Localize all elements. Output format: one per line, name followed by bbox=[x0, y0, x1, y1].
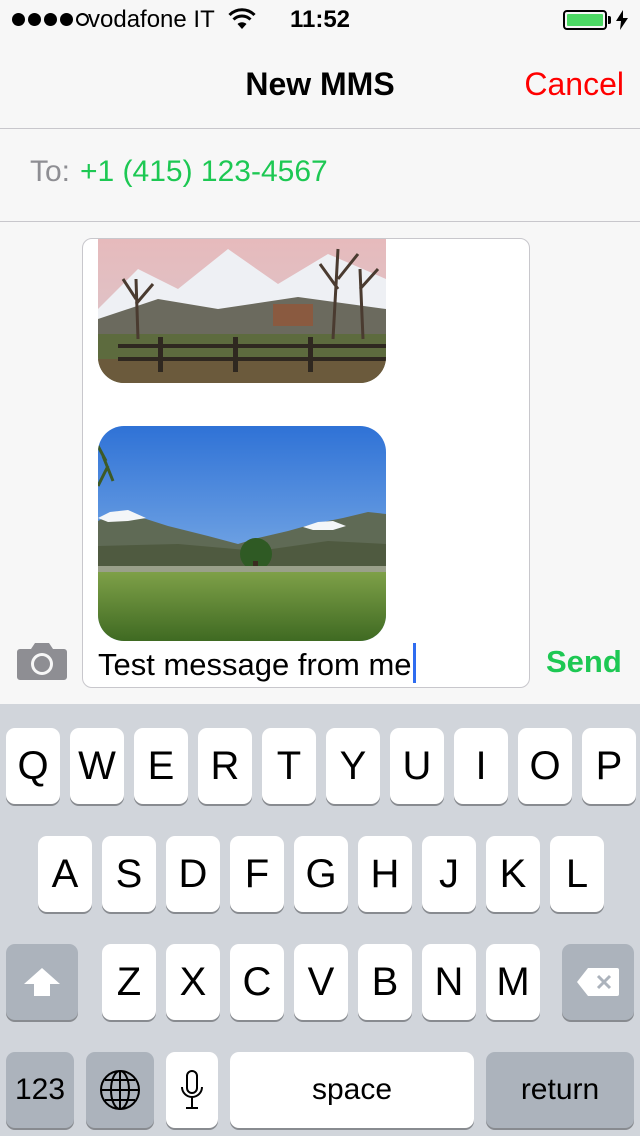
key-w[interactable]: W bbox=[70, 728, 124, 804]
recipient-number[interactable]: +1 (415) 123-4567 bbox=[80, 155, 328, 189]
key-m[interactable]: M bbox=[486, 944, 540, 1020]
dictation-key[interactable] bbox=[166, 1052, 218, 1128]
backspace-icon bbox=[577, 968, 619, 996]
battery-level-fill bbox=[567, 14, 603, 26]
microphone-icon bbox=[181, 1070, 203, 1109]
numbers-key[interactable]: 123 bbox=[6, 1052, 74, 1128]
navigation-bar: New MMS Cancel bbox=[0, 40, 640, 129]
battery-icon bbox=[563, 10, 607, 30]
key-a[interactable]: A bbox=[38, 836, 92, 912]
key-z[interactable]: Z bbox=[102, 944, 156, 1020]
key-u[interactable]: U bbox=[390, 728, 444, 804]
key-i[interactable]: I bbox=[454, 728, 508, 804]
text-cursor bbox=[412, 643, 416, 683]
return-key[interactable]: return bbox=[486, 1052, 634, 1128]
message-text: Test message from me bbox=[98, 647, 412, 682]
key-x[interactable]: X bbox=[166, 944, 220, 1020]
key-t[interactable]: T bbox=[262, 728, 316, 804]
key-n[interactable]: N bbox=[422, 944, 476, 1020]
globe-icon bbox=[100, 1070, 140, 1110]
photo-attachment[interactable] bbox=[98, 238, 386, 383]
message-compose-field[interactable]: Test message from me bbox=[82, 238, 530, 688]
battery-terminal bbox=[608, 16, 611, 24]
key-s[interactable]: S bbox=[102, 836, 156, 912]
key-d[interactable]: D bbox=[166, 836, 220, 912]
key-p[interactable]: P bbox=[582, 728, 636, 804]
key-y[interactable]: Y bbox=[326, 728, 380, 804]
key-r[interactable]: R bbox=[198, 728, 252, 804]
key-f[interactable]: F bbox=[230, 836, 284, 912]
recipient-label: To: bbox=[30, 155, 71, 188]
keyboard: Q W E R T Y U I O P A S D F G H J K L Z … bbox=[0, 704, 640, 1136]
charging-bolt-icon bbox=[616, 10, 628, 30]
shift-key[interactable] bbox=[6, 944, 78, 1020]
delete-key[interactable] bbox=[562, 944, 634, 1020]
photo-attachment[interactable] bbox=[98, 426, 386, 641]
key-v[interactable]: V bbox=[294, 944, 348, 1020]
key-k[interactable]: K bbox=[486, 836, 540, 912]
key-o[interactable]: O bbox=[518, 728, 572, 804]
key-h[interactable]: H bbox=[358, 836, 412, 912]
key-c[interactable]: C bbox=[230, 944, 284, 1020]
globe-key[interactable] bbox=[86, 1052, 154, 1128]
cancel-button[interactable]: Cancel bbox=[524, 66, 624, 103]
recipient-field[interactable]: To: +1 (415) 123-4567 bbox=[0, 129, 640, 222]
key-j[interactable]: J bbox=[422, 836, 476, 912]
key-q[interactable]: Q bbox=[6, 728, 60, 804]
send-button[interactable]: Send bbox=[546, 644, 622, 680]
message-text-input[interactable]: Test message from me bbox=[98, 643, 416, 683]
shift-arrow-icon bbox=[24, 968, 60, 996]
camera-icon[interactable] bbox=[16, 641, 68, 681]
status-bar: vodafone IT 11:52 bbox=[0, 0, 640, 40]
key-b[interactable]: B bbox=[358, 944, 412, 1020]
status-time: 11:52 bbox=[289, 6, 351, 33]
space-key[interactable]: space bbox=[230, 1052, 474, 1128]
key-g[interactable]: G bbox=[294, 836, 348, 912]
key-l[interactable]: L bbox=[550, 836, 604, 912]
key-e[interactable]: E bbox=[134, 728, 188, 804]
